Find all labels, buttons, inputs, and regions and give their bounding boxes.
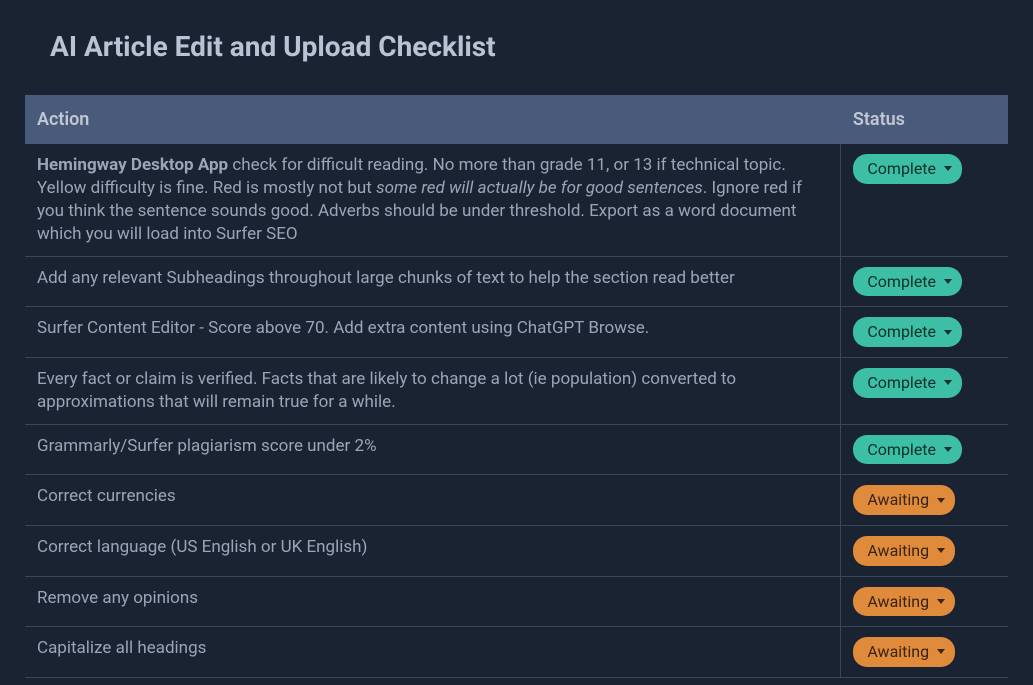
table-row: Correct currencies Awaiting (25, 475, 1008, 526)
status-label: Complete (867, 372, 936, 394)
table-header-row: Action Status (25, 95, 1008, 144)
action-cell: Grammarly/Surfer plagiarism score under … (25, 424, 841, 475)
status-dropdown[interactable]: Awaiting (853, 485, 955, 515)
table-row: Every fact or claim is verified. Facts t… (25, 357, 1008, 424)
status-dropdown[interactable]: Awaiting (853, 637, 955, 667)
status-label: Awaiting (867, 591, 929, 613)
table-row: Surfer Content Editor - Score above 70. … (25, 307, 1008, 358)
action-text: Correct language (US English or UK Engli… (37, 537, 367, 557)
action-cell: Remove any opinions (25, 576, 841, 627)
action-cell: Every fact or claim is verified. Facts t… (25, 357, 841, 424)
chevron-down-icon (944, 166, 952, 171)
table-row: Capitalize all headings Awaiting (25, 627, 1008, 678)
status-dropdown[interactable]: Complete (853, 267, 962, 297)
chevron-down-icon (937, 498, 945, 503)
chevron-down-icon (944, 279, 952, 284)
status-label: Complete (867, 158, 936, 180)
header-status: Status (841, 95, 1008, 144)
chevron-down-icon (944, 380, 952, 385)
action-cell: Correct language (US English or UK Engli… (25, 526, 841, 577)
action-text: Add any relevant Subheadings throughout … (37, 268, 735, 288)
action-text: Remove any opinions (37, 588, 198, 608)
page-title: AI Article Edit and Upload Checklist (50, 30, 1008, 63)
status-cell: Awaiting (841, 475, 1008, 526)
status-cell: Awaiting (841, 526, 1008, 577)
status-dropdown[interactable]: Complete (853, 154, 962, 184)
chevron-down-icon (944, 447, 952, 452)
chevron-down-icon (944, 330, 952, 335)
status-cell: Complete (841, 357, 1008, 424)
chevron-down-icon (937, 599, 945, 604)
checklist-table: Action Status Hemingway Desktop App chec… (25, 95, 1008, 678)
status-cell: Complete (841, 144, 1008, 256)
status-label: Complete (867, 321, 936, 343)
action-cell: Capitalize all headings (25, 627, 841, 678)
table-row: Correct language (US English or UK Engli… (25, 526, 1008, 577)
status-dropdown[interactable]: Complete (853, 317, 962, 347)
status-dropdown[interactable]: Awaiting (853, 587, 955, 617)
action-bold-text: Hemingway Desktop App (37, 155, 228, 175)
action-cell: Hemingway Desktop App check for difficul… (25, 144, 841, 256)
action-cell: Correct currencies (25, 475, 841, 526)
action-text: Grammarly/Surfer plagiarism score under … (37, 436, 377, 456)
status-label: Awaiting (867, 641, 929, 663)
table-row: Hemingway Desktop App check for difficul… (25, 144, 1008, 256)
action-text: Correct currencies (37, 486, 176, 506)
status-cell: Complete (841, 307, 1008, 358)
action-italic-text: some red will actually be for good sente… (376, 178, 703, 198)
status-cell: Awaiting (841, 576, 1008, 627)
action-cell: Add any relevant Subheadings throughout … (25, 256, 841, 307)
chevron-down-icon (937, 548, 945, 553)
table-row: Add any relevant Subheadings throughout … (25, 256, 1008, 307)
status-label: Awaiting (867, 489, 929, 511)
table-row: Grammarly/Surfer plagiarism score under … (25, 424, 1008, 475)
action-text: Surfer Content Editor - Score above 70. … (37, 318, 649, 338)
status-dropdown[interactable]: Awaiting (853, 536, 955, 566)
status-label: Complete (867, 271, 936, 293)
table-row: Remove any opinions Awaiting (25, 576, 1008, 627)
status-label: Awaiting (867, 540, 929, 562)
chevron-down-icon (937, 649, 945, 654)
status-dropdown[interactable]: Complete (853, 435, 962, 465)
status-dropdown[interactable]: Complete (853, 368, 962, 398)
status-cell: Complete (841, 424, 1008, 475)
action-text: Every fact or claim is verified. Facts t… (37, 369, 736, 412)
status-label: Complete (867, 439, 936, 461)
status-cell: Complete (841, 256, 1008, 307)
action-text: Capitalize all headings (37, 638, 206, 658)
action-cell: Surfer Content Editor - Score above 70. … (25, 307, 841, 358)
header-action: Action (25, 95, 841, 144)
status-cell: Awaiting (841, 627, 1008, 678)
